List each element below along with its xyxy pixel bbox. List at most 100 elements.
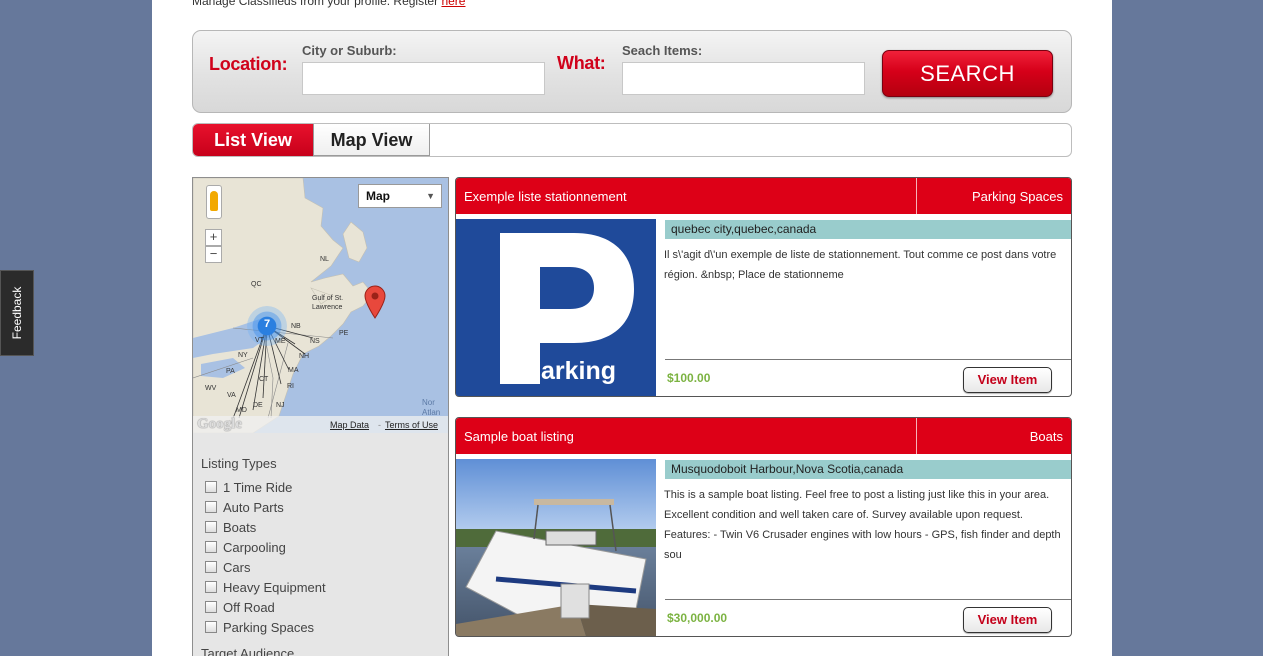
- filter-carpooling[interactable]: Carpooling: [201, 537, 326, 557]
- map-type-select[interactable]: Map ▼: [358, 184, 442, 208]
- listing-location: Musquodoboit Harbour,Nova Scotia,canada: [665, 460, 1071, 479]
- tab-list-view[interactable]: List View: [193, 124, 313, 156]
- search-items-input[interactable]: [622, 62, 865, 95]
- listing-price: $30,000.00: [667, 611, 728, 625]
- map-label-ma: MA: [288, 367, 299, 374]
- map-footer: Google Map Data - Terms of Use: [193, 416, 448, 433]
- listing-description: Il s\'agit d\'un exemple de liste de sta…: [664, 249, 1057, 281]
- view-tabs: List View Map View: [192, 123, 1072, 157]
- city-label: City or Suburb:: [302, 43, 397, 58]
- map-label-nj: NJ: [276, 402, 285, 409]
- search-button[interactable]: SEARCH: [882, 50, 1053, 97]
- listing-category: Boats: [1029, 429, 1063, 444]
- cluster-count: 7: [263, 318, 271, 330]
- map-label-gulf: Gulf of St. Lawrence: [312, 295, 344, 311]
- feedback-label: Feedback: [10, 286, 24, 340]
- city-input[interactable]: [302, 62, 545, 95]
- terms-of-use-link[interactable]: Terms of Use: [385, 420, 438, 430]
- view-item-button[interactable]: View Item: [963, 607, 1052, 633]
- zoom-out-button[interactable]: −: [205, 246, 222, 263]
- what-label: What:: [557, 53, 606, 73]
- map-type-label: Map: [366, 189, 390, 203]
- map-label-ns: NS: [310, 338, 320, 345]
- listing-title[interactable]: Exemple liste stationnement: [464, 189, 627, 204]
- register-text: Manage Classifieds from your profile. Re…: [192, 0, 439, 8]
- filter-1-time-ride[interactable]: 1 Time Ride: [201, 477, 326, 497]
- feedback-tab[interactable]: Feedback: [0, 270, 34, 356]
- checkbox[interactable]: [205, 541, 217, 553]
- page-container: Manage Classifieds from your profile. Re…: [152, 0, 1112, 656]
- filters-title: Listing Types: [201, 456, 277, 471]
- register-link[interactable]: here: [441, 0, 465, 8]
- zoom-in-button[interactable]: +: [205, 229, 222, 246]
- filter-parking-spaces[interactable]: Parking Spaces: [201, 617, 326, 637]
- map-label-ocean: Nor Atlan: [422, 398, 441, 417]
- street-view-pegman-icon[interactable]: [206, 185, 222, 219]
- filter-auto-parts[interactable]: Auto Parts: [201, 497, 326, 517]
- filter-cars[interactable]: Cars: [201, 557, 326, 577]
- register-notice: Manage Classifieds from your profile. Re…: [192, 0, 465, 8]
- chevron-down-icon: ▼: [426, 191, 435, 201]
- divider: [665, 359, 1071, 360]
- map-label-va: VA: [227, 392, 236, 399]
- filter-boats[interactable]: Boats: [201, 517, 326, 537]
- map-label-de: DE: [253, 402, 263, 409]
- map[interactable]: 7 + − Map ▼ NL QC Gulf of St. Lawrence P…: [193, 178, 448, 433]
- map-label-nl: NL: [320, 256, 329, 263]
- map-label-qc: QC: [251, 281, 262, 288]
- checkbox[interactable]: [205, 581, 217, 593]
- filter-label: Auto Parts: [223, 499, 284, 515]
- filter-off-road[interactable]: Off Road: [201, 597, 326, 617]
- map-label-ct: CT: [259, 376, 269, 383]
- sidebar: 7 + − Map ▼ NL QC Gulf of St. Lawrence P…: [192, 177, 449, 656]
- listing-title[interactable]: Sample boat listing: [464, 429, 574, 444]
- filter-heavy-equipment[interactable]: Heavy Equipment: [201, 577, 326, 597]
- listing-card: Sample boat listing Boats Musquodoboit H…: [455, 417, 1072, 637]
- filter-label: Heavy Equipment: [223, 579, 326, 595]
- map-label-nb: NB: [291, 323, 301, 330]
- map-footer-divider: -: [378, 420, 381, 430]
- listing-header: Exemple liste stationnement Parking Spac…: [456, 178, 1071, 214]
- listing-category: Parking Spaces: [971, 189, 1063, 204]
- checkbox[interactable]: [205, 621, 217, 633]
- filter-label: Cars: [223, 559, 251, 575]
- listing-card: Exemple liste stationnement Parking Spac…: [455, 177, 1072, 397]
- filter-label: Carpooling: [223, 539, 286, 555]
- checkbox[interactable]: [205, 481, 217, 493]
- listing-header: Sample boat listing Boats: [456, 418, 1071, 454]
- divider: [665, 599, 1071, 600]
- map-pin-icon[interactable]: [364, 285, 386, 324]
- map-label-nh: NH: [299, 353, 310, 360]
- listing-type-filters: Listing Types 1 Time Ride Auto Parts Boa…: [201, 456, 326, 656]
- search-items-label: Seach Items:: [622, 43, 703, 58]
- checkbox[interactable]: [205, 601, 217, 613]
- filter-label: 1 Time Ride: [223, 479, 293, 495]
- location-label: Location:: [209, 54, 288, 74]
- filter-label: Parking Spaces: [223, 619, 315, 635]
- target-audience-title: Target Audience: [201, 646, 295, 656]
- boat-image[interactable]: [456, 459, 656, 636]
- listing-description: This is a sample boat listing. Feel free…: [664, 489, 1061, 561]
- tab-map-view[interactable]: Map View: [313, 124, 430, 156]
- checkbox[interactable]: [205, 521, 217, 533]
- parking-image[interactable]: arking: [456, 219, 656, 396]
- listing-location: quebec city,quebec,canada: [665, 220, 1071, 239]
- map-label-wv: WV: [205, 385, 217, 392]
- map-label-me: ME: [275, 338, 286, 345]
- map-label-vt: VT: [255, 337, 264, 344]
- google-logo: Google: [197, 416, 242, 432]
- map-label-pa: PA: [226, 368, 235, 375]
- view-item-button[interactable]: View Item: [963, 367, 1052, 393]
- map-data-link[interactable]: Map Data: [330, 420, 369, 430]
- filter-label: Boats: [223, 519, 257, 535]
- checkbox[interactable]: [205, 561, 217, 573]
- map-label-pe: PE: [339, 330, 349, 337]
- filter-label: Off Road: [223, 599, 275, 615]
- map-label-md: MD: [236, 407, 247, 414]
- map-label-ny: NY: [238, 352, 248, 359]
- listing-price: $100.00: [667, 371, 711, 385]
- search-bar: Location: City or Suburb: What: Seach It…: [192, 30, 1072, 113]
- map-label-ri: RI: [287, 383, 294, 390]
- checkbox[interactable]: [205, 501, 217, 513]
- parking-sign-text: arking: [541, 357, 617, 385]
